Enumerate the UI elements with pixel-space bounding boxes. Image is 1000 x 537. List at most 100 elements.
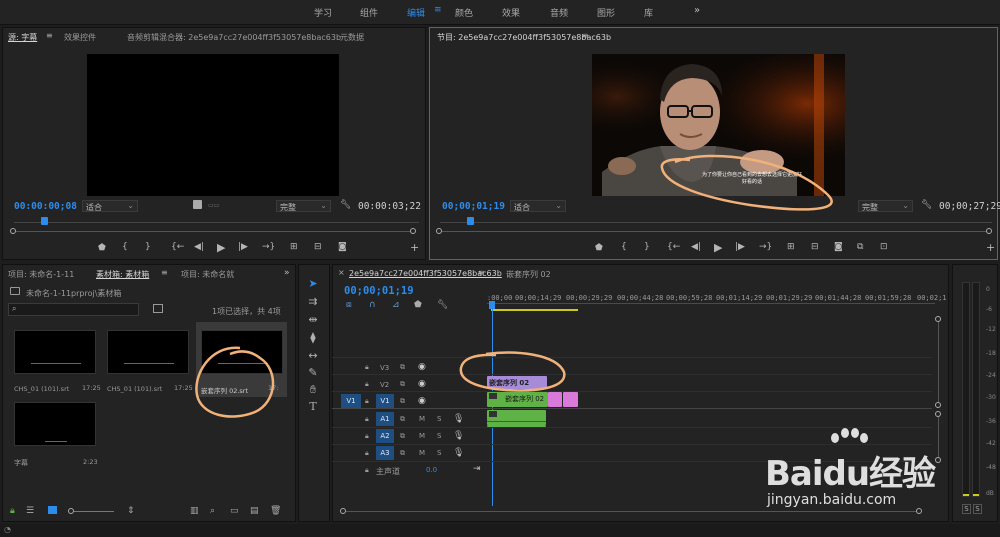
sync-lock-icon[interactable]: ⧉ bbox=[400, 397, 405, 406]
source-camera-icon[interactable]: ◙ bbox=[338, 242, 347, 252]
source-add-button-icon[interactable]: + bbox=[410, 241, 419, 254]
source-mark-out-icon[interactable]: } bbox=[145, 242, 151, 252]
source-step-back-icon[interactable]: ◀| bbox=[194, 242, 204, 252]
microphone-icon[interactable]: 🎙︎ bbox=[453, 431, 464, 441]
work-area-bar[interactable] bbox=[491, 309, 578, 311]
sync-lock-icon[interactable]: ⧉ bbox=[400, 432, 405, 441]
mute-button[interactable]: M bbox=[419, 415, 425, 423]
program-compare-icon[interactable]: ⧉ bbox=[857, 242, 863, 252]
workspace-assembly[interactable]: 组件 bbox=[360, 6, 378, 19]
track-label[interactable]: V1 bbox=[376, 394, 394, 408]
new-bin-icon[interactable]: ▭ bbox=[230, 506, 239, 516]
workspace-learn[interactable]: 学习 bbox=[314, 6, 332, 19]
program-go-to-out-icon[interactable]: →} bbox=[759, 242, 772, 252]
ripple-edit-tool-icon[interactable]: ⇹ bbox=[306, 313, 320, 326]
sync-lock-icon[interactable]: ⧉ bbox=[400, 363, 405, 372]
meter-solo-right-button[interactable]: S bbox=[973, 504, 982, 514]
timeline-settings-icon[interactable]: 🔧︎ bbox=[437, 300, 448, 310]
more-workspaces-icon[interactable]: » bbox=[694, 5, 700, 16]
source-settings-wrench-icon[interactable]: 🔧︎ bbox=[340, 200, 351, 210]
source-mark-in-icon[interactable]: { bbox=[122, 242, 128, 252]
source-patch-v1[interactable]: V1 bbox=[341, 394, 361, 408]
close-tab-icon[interactable]: × bbox=[338, 268, 345, 277]
track-lock-icon[interactable]: 🔒︎ bbox=[365, 432, 369, 441]
hand-tool-icon[interactable]: ✋︎ bbox=[306, 383, 320, 397]
track-lock-icon[interactable]: 🔒︎ bbox=[365, 380, 369, 389]
bin-search-input[interactable]: ⌕ bbox=[8, 303, 139, 316]
pen-tool-icon[interactable]: ✎ bbox=[306, 366, 320, 379]
icon-view-icon[interactable] bbox=[48, 506, 57, 514]
eye-icon[interactable]: ◉ bbox=[418, 379, 426, 389]
program-step-back-icon[interactable]: ◀| bbox=[691, 242, 701, 252]
source-go-to-out-icon[interactable]: →} bbox=[262, 242, 275, 252]
program-zoom-bar[interactable] bbox=[442, 231, 986, 232]
mute-button[interactable]: M bbox=[419, 449, 425, 457]
track-label[interactable]: V3 bbox=[380, 364, 389, 372]
program-mark-in-icon[interactable]: { bbox=[621, 242, 627, 252]
program-settings-wrench-icon[interactable]: 🔧︎ bbox=[921, 200, 932, 210]
tab-source[interactable]: 源: 字幕 bbox=[8, 32, 37, 43]
source-zoom-bar[interactable] bbox=[16, 231, 410, 232]
source-timecode[interactable]: 00:00:00;08 bbox=[14, 201, 77, 212]
program-scrub-bar[interactable] bbox=[440, 222, 992, 223]
tab-audio-mixer[interactable]: 音频剪辑混合器: 2e5e9a7cc27e004ff3f53057e8bac63… bbox=[127, 32, 341, 43]
track-label[interactable]: A3 bbox=[376, 446, 394, 460]
track-lock-icon[interactable]: 🔒︎ bbox=[365, 415, 369, 424]
track-label[interactable]: A1 bbox=[376, 412, 394, 426]
workspace-audio[interactable]: 音频 bbox=[550, 6, 568, 19]
track-lock-icon[interactable]: 🔒︎ bbox=[365, 363, 369, 372]
microphone-icon[interactable]: 🎙︎ bbox=[453, 448, 464, 458]
eye-icon[interactable]: ◉ bbox=[418, 396, 426, 406]
sync-lock-icon[interactable]: ⧉ bbox=[400, 380, 405, 389]
bin-item-thumbnail[interactable] bbox=[14, 330, 96, 374]
type-tool-icon[interactable]: T bbox=[306, 400, 320, 413]
track-lock-icon[interactable]: 🔒︎ bbox=[365, 466, 369, 475]
source-add-marker-icon[interactable]: ⬟ bbox=[98, 243, 106, 253]
program-lift-icon[interactable]: ⊞ bbox=[787, 242, 795, 252]
mute-button[interactable]: M bbox=[419, 432, 425, 440]
lock-icon[interactable]: 🔒︎ bbox=[10, 506, 15, 516]
go-to-end-icon[interactable]: ⇥ bbox=[473, 464, 481, 474]
track-label[interactable]: V2 bbox=[380, 381, 389, 389]
source-menu-icon[interactable]: ≡ bbox=[46, 31, 53, 40]
automate-to-sequence-icon[interactable]: ▥ bbox=[190, 506, 199, 516]
tab-nested-sequence[interactable]: 嵌套序列 02 bbox=[506, 269, 551, 280]
eye-icon[interactable]: ◉ bbox=[418, 362, 426, 372]
source-step-forward-icon[interactable]: |▶ bbox=[238, 242, 248, 252]
more-panels-icon[interactable]: » bbox=[284, 268, 290, 278]
snap-icon[interactable]: ∩ bbox=[369, 300, 376, 310]
timeline-vscroll[interactable] bbox=[938, 322, 939, 402]
tab-effect-controls[interactable]: 效果控件 bbox=[64, 32, 96, 43]
program-extract-icon[interactable]: ⊟ bbox=[811, 242, 819, 252]
clip-a1-audio[interactable] bbox=[487, 410, 546, 425]
find-icon[interactable]: ⌕ bbox=[210, 506, 215, 516]
source-insert-icon[interactable]: ⊞ bbox=[290, 242, 298, 252]
program-step-forward-icon[interactable]: |▶ bbox=[735, 242, 745, 252]
source-fit-select[interactable]: 适合 ⌄ bbox=[82, 200, 138, 212]
tab-project[interactable]: 项目: 未命名-1-11 bbox=[8, 269, 74, 280]
program-zoom-handle-right[interactable] bbox=[986, 228, 992, 234]
workspace-graphics[interactable]: 图形 bbox=[597, 6, 615, 19]
program-play-icon[interactable]: ▶ bbox=[714, 241, 722, 254]
microphone-icon[interactable]: 🎙︎ bbox=[453, 414, 464, 424]
timeline-vscroll-bottom-handle[interactable] bbox=[935, 402, 941, 408]
timeline-timecode[interactable]: 00;00;01;19 bbox=[344, 285, 414, 297]
workspace-libraries[interactable]: 库 bbox=[644, 6, 653, 19]
solo-button[interactable]: S bbox=[437, 415, 441, 423]
program-add-marker-icon[interactable]: ⬟ bbox=[595, 243, 603, 253]
workspace-editing[interactable]: 编辑 bbox=[407, 6, 425, 19]
sort-icon[interactable]: ⇕ bbox=[127, 506, 135, 516]
track-label[interactable]: A2 bbox=[376, 429, 394, 443]
solo-button[interactable]: S bbox=[437, 449, 441, 457]
program-timecode[interactable]: 00;00;01;19 bbox=[442, 201, 505, 212]
zoom-slider[interactable] bbox=[74, 511, 114, 512]
workspace-effects[interactable]: 效果 bbox=[502, 6, 520, 19]
program-playhead[interactable] bbox=[467, 217, 474, 225]
sync-lock-icon[interactable]: ⧉ bbox=[400, 415, 405, 424]
program-add-button-icon[interactable]: + bbox=[986, 241, 995, 254]
program-quality-select[interactable]: 完整 ⌄ bbox=[858, 200, 913, 212]
program-fit-select[interactable]: 适合 ⌄ bbox=[510, 200, 566, 212]
tab-bin[interactable]: 素材箱: 素材箱 bbox=[96, 269, 149, 280]
source-go-to-in-icon[interactable]: {← bbox=[171, 242, 184, 252]
track-lock-icon[interactable]: 🔒︎ bbox=[365, 397, 369, 406]
